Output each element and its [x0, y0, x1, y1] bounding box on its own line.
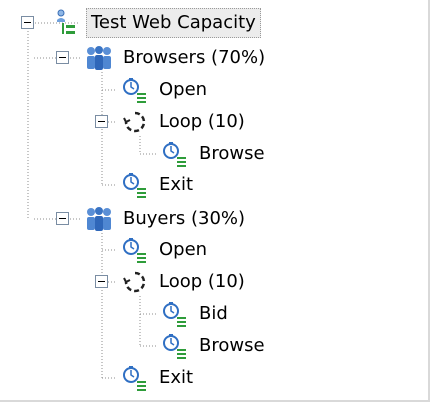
- tree-node-browsers-loop[interactable]: Loop (10): [120, 106, 248, 138]
- tree-node-label: Open: [159, 239, 208, 260]
- tree-node-buyers-bid[interactable]: Bid: [160, 298, 231, 330]
- tree-node-buyers[interactable]: Buyers (30%): [84, 203, 248, 235]
- tree-panel: Test Web Capacity Browsers (70%) Open Lo…: [0, 0, 430, 402]
- collapse-toggle-root[interactable]: [21, 16, 34, 29]
- timed-transaction-icon: [160, 331, 190, 361]
- timed-transaction-icon: [160, 299, 190, 329]
- collapse-toggle-buyers-loop[interactable]: [95, 275, 108, 288]
- tree-node-buyers-loop[interactable]: Loop (10): [120, 266, 248, 298]
- tree-node-buyers-open[interactable]: Open: [120, 234, 210, 266]
- loop-icon: [120, 267, 150, 297]
- timed-transaction-icon: [120, 75, 150, 105]
- tree-node-browsers-browse[interactable]: Browse: [160, 138, 268, 170]
- tree-node-label: Test Web Capacity: [86, 8, 261, 38]
- tree-node-label: Browsers (70%): [123, 47, 266, 68]
- tree-node-browsers-open[interactable]: Open: [120, 74, 210, 106]
- collapse-toggle-buyers[interactable]: [56, 212, 69, 225]
- tree-node-label: Exit: [159, 367, 194, 388]
- tree-node-browsers-exit[interactable]: Exit: [120, 169, 196, 201]
- timed-transaction-icon: [120, 235, 150, 265]
- tree-node-label: Browse: [199, 335, 265, 356]
- timed-transaction-icon: [120, 170, 150, 200]
- tree-node-label: Loop (10): [159, 111, 245, 132]
- timed-transaction-icon: [120, 363, 150, 393]
- test-schedule-icon: [50, 8, 80, 38]
- tree-node-label: Bid: [199, 303, 228, 324]
- tree-node-label: Browse: [199, 143, 265, 164]
- tree-node-root[interactable]: Test Web Capacity: [50, 7, 261, 39]
- collapse-toggle-browsers-loop[interactable]: [95, 115, 108, 128]
- tree-node-label: Open: [159, 79, 208, 100]
- tree-node-label: Loop (10): [159, 271, 245, 292]
- user-group-icon: [84, 204, 114, 234]
- tree-node-label: Exit: [159, 174, 194, 195]
- timed-transaction-icon: [160, 139, 190, 169]
- tree-node-label: Buyers (30%): [123, 208, 246, 229]
- tree-node-buyers-browse[interactable]: Browse: [160, 330, 268, 362]
- tree-node-browsers[interactable]: Browsers (70%): [84, 42, 268, 74]
- collapse-toggle-browsers[interactable]: [56, 51, 69, 64]
- user-group-icon: [84, 43, 114, 73]
- loop-icon: [120, 107, 150, 137]
- tree-node-buyers-exit[interactable]: Exit: [120, 362, 196, 394]
